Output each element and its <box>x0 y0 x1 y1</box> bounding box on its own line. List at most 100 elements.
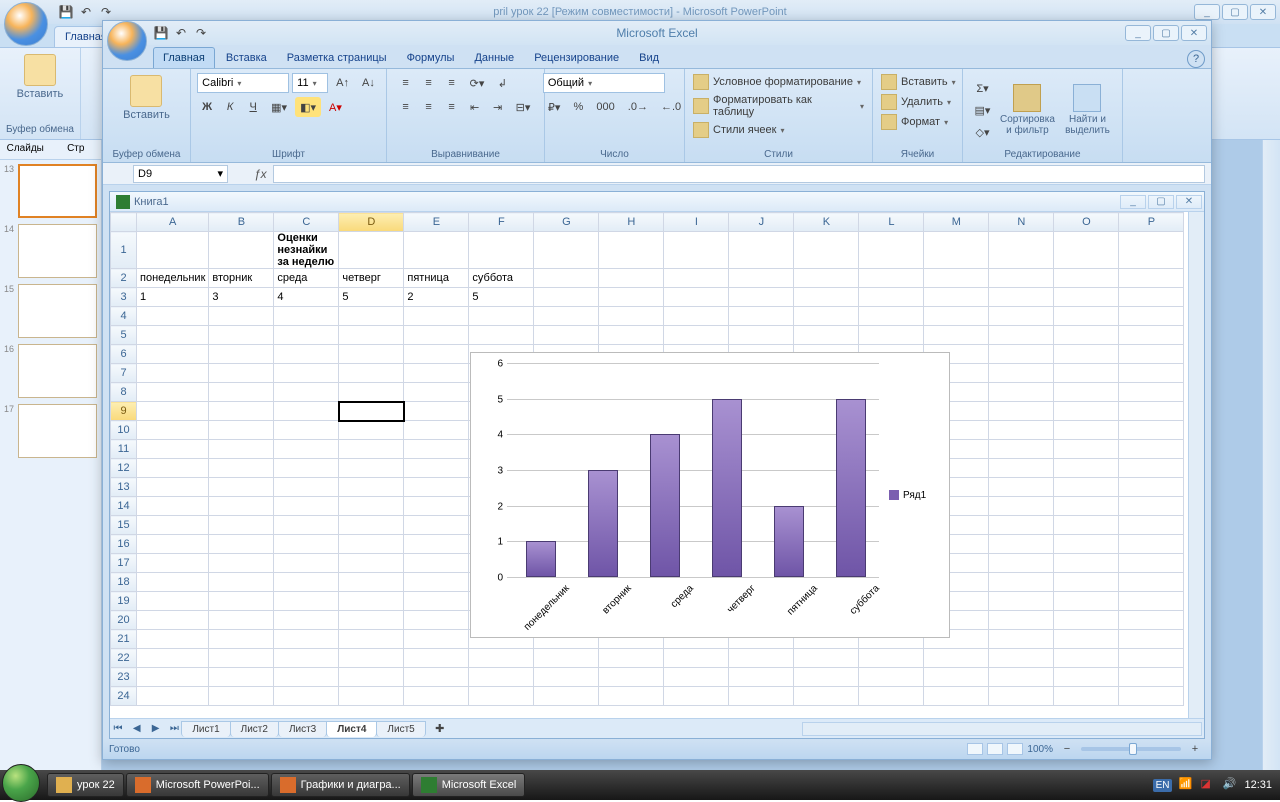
tab-Вид[interactable]: Вид <box>630 48 668 68</box>
cell-styles-button[interactable]: Стили ячеек▾ <box>691 121 787 139</box>
zoom-in-button[interactable]: + <box>1185 739 1205 759</box>
shrink-font-button[interactable]: A↓ <box>357 73 380 93</box>
font-color-button[interactable]: A▾ <box>324 97 347 117</box>
clear-button[interactable]: ◇▾ <box>970 122 996 142</box>
fill-color-button[interactable]: ◧▾ <box>295 97 321 117</box>
bold-button[interactable]: Ж <box>197 97 217 117</box>
taskbar-item[interactable]: урок 22 <box>47 773 124 797</box>
inc-decimal-button[interactable]: .0→ <box>623 97 653 117</box>
fill-button[interactable]: ▤▾ <box>970 100 996 120</box>
merge-button[interactable]: ⊟▾ <box>511 97 536 117</box>
redo-icon[interactable]: ↷ <box>98 4 114 20</box>
find-select-button[interactable]: Найти и выделить <box>1059 82 1115 138</box>
xl-zoom-slider[interactable] <box>1081 747 1181 751</box>
fx-icon[interactable]: ƒx <box>254 167 267 181</box>
view-pagebreak-button[interactable] <box>1007 743 1023 755</box>
office-button[interactable] <box>107 21 147 61</box>
spreadsheet-grid[interactable]: ABCDEFGHIJKLMNOP1Оценки незнайки за неде… <box>110 212 1188 718</box>
sheet-tab[interactable]: Лист3 <box>278 721 327 737</box>
outline-tab[interactable]: Стр <box>51 140 102 159</box>
taskbar-item[interactable]: Microsoft PowerPoi... <box>126 773 269 797</box>
last-sheet-button[interactable]: ⏭ <box>166 723 182 734</box>
wb-minimize-button[interactable]: _ <box>1120 195 1146 209</box>
sheet-tab[interactable]: Лист4 <box>326 721 377 737</box>
sort-filter-button[interactable]: Сортировка и фильтр <box>997 82 1057 138</box>
align-center-button[interactable]: ≡ <box>419 97 439 117</box>
save-icon[interactable]: 💾 <box>58 4 74 20</box>
number-format-dropdown[interactable]: Общий▾ <box>543 73 665 93</box>
align-btm-button[interactable]: ≡ <box>442 73 462 93</box>
delete-cells-button[interactable]: Удалить▾ <box>879 93 953 111</box>
xl-scrollbar-v[interactable] <box>1188 212 1204 718</box>
zoom-out-button[interactable]: − <box>1057 739 1077 759</box>
next-sheet-button[interactable]: ▶ <box>148 723 164 734</box>
wb-close-button[interactable]: ✕ <box>1176 195 1202 209</box>
align-right-button[interactable]: ≡ <box>442 97 462 117</box>
language-indicator[interactable]: EN <box>1153 779 1173 792</box>
tab-Разметка страницы[interactable]: Разметка страницы <box>278 48 396 68</box>
sheet-tab[interactable]: Лист5 <box>376 721 425 737</box>
taskbar-item[interactable]: Графики и диагра... <box>271 773 410 797</box>
align-left-button[interactable]: ≡ <box>396 97 416 117</box>
slide-thumbnail[interactable]: 16 <box>4 344 97 398</box>
slides-tab[interactable]: Слайды <box>0 140 51 159</box>
currency-button[interactable]: ₽▾ <box>543 97 566 117</box>
view-layout-button[interactable] <box>987 743 1003 755</box>
undo-icon[interactable]: ↶ <box>78 4 94 20</box>
insert-cells-button[interactable]: Вставить▾ <box>879 73 958 91</box>
maximize-button[interactable]: ▢ <box>1222 4 1248 20</box>
chart-object[interactable]: 0123456понедельниквторниксредачетвергпят… <box>470 352 950 638</box>
tab-Вставка[interactable]: Вставка <box>217 48 276 68</box>
first-sheet-button[interactable]: ⏮ <box>110 723 126 734</box>
tab-Формулы[interactable]: Формулы <box>398 48 464 68</box>
slide-thumbnail[interactable]: 17 <box>4 404 97 458</box>
sheet-tab[interactable]: Лист2 <box>230 721 279 737</box>
network-icon[interactable]: 📶 <box>1178 777 1194 793</box>
wb-maximize-button[interactable]: ▢ <box>1148 195 1174 209</box>
orientation-button[interactable]: ⟳▾ <box>465 73 490 93</box>
format-as-table-button[interactable]: Форматировать как таблицу▾ <box>691 93 866 119</box>
paste-button[interactable]: Вставить <box>13 52 68 102</box>
minimize-button[interactable]: _ <box>1194 4 1220 20</box>
slide-thumbnail[interactable]: 15 <box>4 284 97 338</box>
border-button[interactable]: ▦▾ <box>266 97 292 117</box>
font-name-dropdown[interactable]: Calibri▾ <box>197 73 289 93</box>
security-icon[interactable]: ◪ <box>1200 777 1216 793</box>
tab-Данные[interactable]: Данные <box>465 48 523 68</box>
office-button[interactable] <box>4 2 48 46</box>
pp-scrollbar[interactable] <box>1262 140 1280 780</box>
comma-button[interactable]: 000 <box>591 97 619 117</box>
italic-button[interactable]: К <box>220 97 240 117</box>
help-button[interactable]: ? <box>1187 50 1205 68</box>
close-button[interactable]: ✕ <box>1250 4 1276 20</box>
slide-thumbnail[interactable]: 14 <box>4 224 97 278</box>
name-box[interactable]: D9▾ <box>133 165 228 183</box>
new-sheet-button[interactable]: ✚ <box>430 719 450 739</box>
slide-thumbnail[interactable]: 13 <box>4 164 97 218</box>
align-mid-button[interactable]: ≡ <box>419 73 439 93</box>
view-normal-button[interactable] <box>967 743 983 755</box>
start-button[interactable] <box>2 764 40 802</box>
wrap-text-button[interactable]: ↲ <box>492 73 512 93</box>
conditional-formatting-button[interactable]: Условное форматирование▾ <box>691 73 863 91</box>
align-top-button[interactable]: ≡ <box>396 73 416 93</box>
clock[interactable]: 12:31 <box>1244 779 1272 791</box>
taskbar-item[interactable]: Microsoft Excel <box>412 773 526 797</box>
sheet-tab[interactable]: Лист1 <box>181 721 230 737</box>
format-cells-button[interactable]: Формат▾ <box>879 113 950 131</box>
indent-dec-button[interactable]: ⇤ <box>465 97 485 117</box>
tab-Главная[interactable]: Главная <box>153 47 215 68</box>
xl-scrollbar-h[interactable] <box>802 722 1202 736</box>
font-size-dropdown[interactable]: 11▾ <box>292 73 328 93</box>
indent-inc-button[interactable]: ⇥ <box>488 97 508 117</box>
formula-input[interactable] <box>273 165 1205 183</box>
grow-font-button[interactable]: A↑ <box>331 73 354 93</box>
percent-button[interactable]: % <box>568 97 588 117</box>
prev-sheet-button[interactable]: ◀ <box>129 723 145 734</box>
underline-button[interactable]: Ч <box>243 97 263 117</box>
dec-decimal-button[interactable]: ←.0 <box>656 97 686 117</box>
paste-button[interactable]: Вставить <box>119 73 174 123</box>
volume-icon[interactable]: 🔊 <box>1222 777 1238 793</box>
tab-Рецензирование[interactable]: Рецензирование <box>525 48 628 68</box>
autosum-button[interactable]: Σ▾ <box>970 78 996 98</box>
